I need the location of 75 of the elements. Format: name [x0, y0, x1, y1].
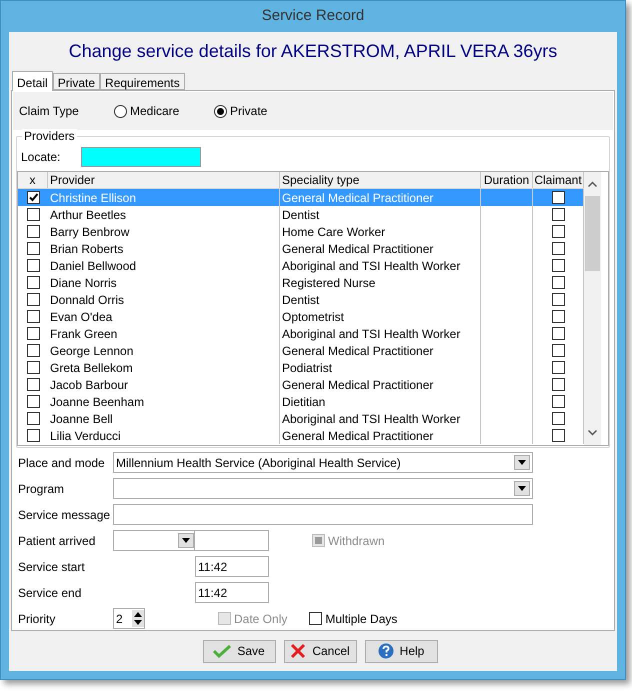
claimant-checkbox[interactable] — [552, 191, 564, 204]
claimant-checkbox[interactable] — [552, 378, 564, 391]
row-checkbox[interactable] — [26, 344, 40, 357]
row-checkbox[interactable] — [26, 327, 40, 340]
checkbox[interactable] — [309, 612, 322, 625]
field-label: Service message — [18, 506, 112, 524]
checkbox-label: Multiple Days — [325, 610, 398, 628]
row-checkbox[interactable] — [26, 191, 40, 204]
claimant-checkbox[interactable] — [552, 344, 564, 357]
help-icon — [378, 643, 394, 659]
checkbox-label: Withdrawn — [328, 532, 385, 550]
time-field[interactable] — [195, 530, 269, 551]
save-button[interactable]: Save — [202, 640, 276, 662]
radio-button[interactable] — [114, 104, 127, 118]
table-cell: Lilia Verducci — [48, 427, 280, 444]
dialog-heading: Change service details for AKERSTROM, APRIL VERA 36yrs — [68, 40, 558, 63]
row-checkbox[interactable] — [26, 378, 40, 391]
field-label: Claim Type — [19, 103, 80, 120]
column-header[interactable]: Speciality type — [280, 172, 481, 188]
window-title: Service Record — [262, 6, 364, 26]
column-header[interactable]: Provider — [48, 172, 280, 188]
claimant-checkbox[interactable] — [552, 225, 564, 238]
row-checkbox[interactable] — [26, 276, 40, 289]
field-label: Place and mode — [18, 454, 106, 472]
cancel-button[interactable]: Cancel — [284, 640, 356, 662]
radio-label: Private — [230, 103, 268, 120]
close-icon — [290, 643, 306, 659]
service-message-field[interactable] — [113, 504, 533, 525]
row-checkbox[interactable] — [26, 310, 40, 323]
column-header[interactable]: Duration — [481, 172, 533, 188]
row-checkbox[interactable] — [26, 412, 40, 425]
claimant-checkbox[interactable] — [552, 327, 564, 340]
field-label: Patient arrived — [18, 532, 96, 550]
time-field[interactable]: 11:42 — [195, 556, 269, 577]
row-checkbox[interactable] — [26, 395, 40, 408]
row-checkbox[interactable] — [26, 293, 40, 306]
row-checkbox[interactable] — [26, 259, 40, 272]
claimant-checkbox[interactable] — [552, 412, 564, 425]
scrollbar-thumb[interactable] — [585, 196, 600, 271]
field-label: Program — [18, 480, 66, 498]
spinner-arrows-icon[interactable] — [132, 610, 144, 627]
tab[interactable]: Detail — [12, 71, 53, 91]
claimant-checkbox[interactable] — [552, 310, 564, 323]
tab[interactable]: Requirements — [100, 73, 185, 90]
claimant-checkbox[interactable] — [552, 395, 564, 408]
claimant-checkbox[interactable] — [552, 242, 564, 255]
row-checkbox[interactable] — [26, 225, 40, 238]
table-cell: General Medical Practitioner — [280, 427, 481, 444]
radio-label: Medicare — [130, 103, 180, 120]
claimant-checkbox[interactable] — [552, 259, 564, 272]
checkmark-icon — [213, 644, 232, 658]
claimant-checkbox[interactable] — [552, 208, 564, 221]
tab[interactable]: Private — [52, 73, 100, 90]
place-dropdown[interactable]: Millennium Health Service (Aboriginal Health Service) — [113, 452, 533, 473]
field-label: Locate: — [21, 149, 62, 166]
scrollbar[interactable] — [584, 172, 601, 445]
claimant-checkbox[interactable] — [552, 276, 564, 289]
group-label: Providers — [22, 129, 77, 143]
help-button[interactable]: Help — [364, 640, 438, 662]
time-field[interactable]: 11:42 — [195, 582, 269, 603]
row-checkbox[interactable] — [26, 242, 40, 255]
priority-spinner[interactable]: 2 — [113, 608, 145, 629]
claimant-checkbox[interactable] — [552, 361, 564, 374]
field-label: Priority — [18, 610, 56, 628]
row-checkbox[interactable] — [26, 429, 40, 442]
claimant-checkbox[interactable] — [552, 293, 564, 306]
row-checkbox[interactable] — [26, 361, 40, 374]
claimant-checkbox[interactable] — [552, 429, 564, 442]
field-label: Service start — [18, 558, 86, 576]
row-checkbox[interactable] — [26, 208, 40, 221]
column-header[interactable]: x — [18, 172, 48, 188]
radio-button[interactable] — [214, 104, 227, 118]
checkbox-label: Date Only — [234, 610, 288, 628]
field-label: Service end — [18, 584, 82, 602]
locate-field[interactable] — [81, 147, 201, 167]
